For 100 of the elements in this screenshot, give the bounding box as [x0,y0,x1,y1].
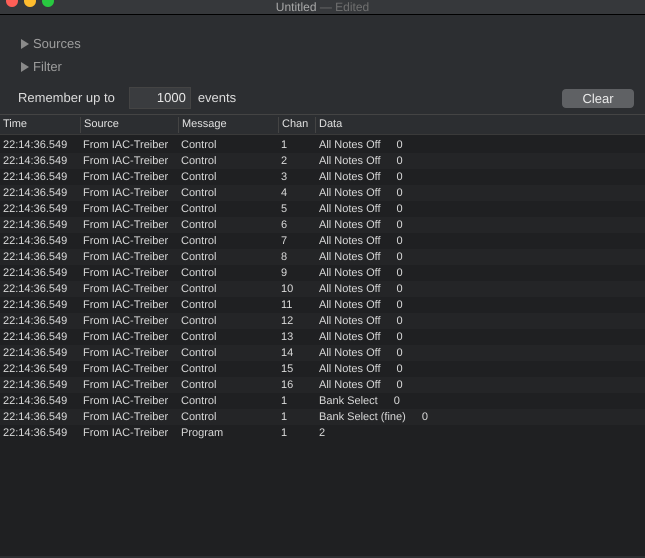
table-cell-text: 9 [280,266,288,281]
table-cell-text: Control [180,138,218,153]
table-cell-text: 22:14:36.549 [2,378,68,393]
table-cell-text: All Notes Off [319,170,381,185]
table-cell-text: Control [180,298,218,313]
event-limit-field[interactable]: 1000 [128,87,191,109]
table-cell-text: 22:14:36.549 [2,346,68,361]
table-cell-text: 6 [280,218,288,233]
column-header[interactable]: Message [178,116,278,132]
table-cell-text: From IAC-Treiber [82,266,170,281]
table-cell-text: 0 [396,282,403,297]
table-cell-text: From IAC-Treiber [82,202,170,217]
table-cell-text: All Notes Off [319,378,381,393]
table-cell-text: Bank Select (fine) [319,410,406,425]
table-cell-text: 1 [280,410,288,425]
table-cell-text: 0 [396,330,403,345]
table-cell-text: 5 [280,202,288,217]
table-cell-text: Control [180,186,218,201]
table-cell-text: 22:14:36.549 [2,186,68,201]
table-cell-text: 22:14:36.549 [2,298,68,313]
table-cell-text: From IAC-Treiber [82,138,170,153]
table-cell-text: 0 [396,314,403,329]
table-cell-text: 10 [280,282,294,297]
table-cell-text: 22:14:36.549 [2,394,68,409]
table-cell-text: 0 [394,394,400,409]
table-cell-text: All Notes Off [319,266,381,281]
table-cell-text: 15 [280,362,294,377]
table-cell-text: 0 [396,266,403,281]
clear-button[interactable]: Clear [562,88,634,108]
table-cell-text: Control [180,314,218,329]
table-cell-text: 1 [280,426,288,441]
window-title: Untitled — Edited [276,0,370,14]
table-cell-text: All Notes Off [319,138,381,153]
table-cell-text: 11 [280,298,294,313]
table-cell-text: 22:14:36.549 [2,410,68,425]
table-cell-text: 0 [396,298,403,313]
table-cell-text: 1 [280,138,288,153]
table-cell-text: 0 [422,410,428,425]
table-cell-text: Control [180,346,218,361]
table-cell-text: 22:14:36.549 [2,138,68,153]
table-cell-text: From IAC-Treiber [82,298,170,313]
table-cell-text: Control [180,410,218,425]
table-cell-text: From IAC-Treiber [82,234,170,249]
table-cell-text: From IAC-Treiber [82,410,170,425]
column-header[interactable]: Source [80,116,178,132]
table-cell-text: 22:14:36.549 [2,202,68,217]
table-cell-text: 4 [280,186,288,201]
column-header[interactable]: Chan [278,116,315,132]
table-cell-text: 2 [319,426,326,441]
table-cell-text: Program [180,426,224,441]
table-cell-text: Bank Select [319,394,378,409]
table-cell-text: From IAC-Treiber [82,346,170,361]
table-cell-text: Control [180,362,218,377]
table-cell-text: All Notes Off [319,362,381,377]
table-cell-text: 22:14:36.549 [2,170,68,185]
table-cell-text: All Notes Off [319,202,381,217]
table-cell-text: From IAC-Treiber [82,250,170,265]
table-cell-text: Control [180,202,218,217]
table-cell-text: All Notes Off [319,234,381,249]
table-cell-text: 0 [396,186,403,201]
table-cell-text: From IAC-Treiber [82,362,170,377]
table-cell-text: 22:14:36.549 [2,250,68,265]
table-cell-text: 0 [396,154,403,169]
table-cell-text: 0 [396,170,403,185]
table-cell-text: 2 [280,154,288,169]
remember-label: Remember up to [18,89,115,108]
table-cell-text: Control [180,218,218,233]
table-cell-text: Control [180,282,218,297]
table-cell-text: Control [180,250,218,265]
table-cell-text: Control [180,378,218,393]
table-cell-text: From IAC-Treiber [82,378,170,393]
table-cell-text: 16 [280,378,294,393]
table-cell-text: All Notes Off [319,330,381,345]
table-cell-text: All Notes Off [319,346,381,361]
disclosure-toggle[interactable]: Sources [20,35,81,53]
table-cell-text: From IAC-Treiber [82,314,170,329]
events-label: events [198,89,236,108]
table-cell-text: From IAC-Treiber [82,154,170,169]
table-cell-text: 0 [396,234,403,249]
table-cell-text: 0 [396,138,403,153]
table-cell-text: All Notes Off [319,298,381,313]
table-cell-text: Control [180,266,218,281]
disclosure-toggle[interactable]: Filter [20,58,62,76]
table-cell-text: 8 [280,250,288,265]
table-cell-text: 0 [396,378,403,393]
table-cell-text: From IAC-Treiber [82,186,170,201]
table-cell-text: 0 [396,218,403,233]
table-cell-text: All Notes Off [319,282,381,297]
table-cell-text: 22:14:36.549 [2,266,68,281]
table-cell-text: Control [180,234,218,249]
table-cell-text: 22:14:36.549 [2,282,68,297]
table-cell-text: 22:14:36.549 [2,362,68,377]
table-cell-text: 3 [280,170,288,185]
column-header[interactable]: Time [0,116,80,132]
column-header[interactable]: Data [315,116,640,132]
table-cell-text: 22:14:36.549 [2,314,68,329]
table-cell-text: 7 [280,234,288,249]
table-cell-text: 22:14:36.549 [2,330,68,345]
table-cell-text: 22:14:36.549 [2,154,68,169]
table-cell-text: From IAC-Treiber [82,170,170,185]
